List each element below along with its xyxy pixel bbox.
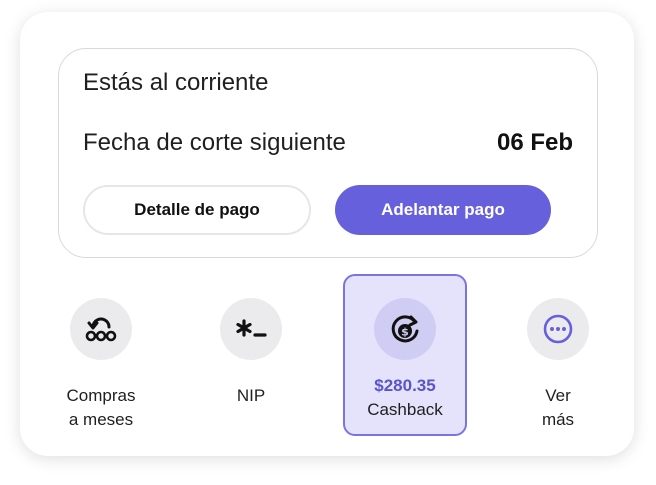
cut-date-value: 06 Feb [496, 129, 573, 156]
shortcut-installments[interactable]: Compras a meses [39, 274, 163, 436]
shortcut-label: Cashback [367, 400, 443, 419]
shortcut-label: NIP [236, 386, 266, 405]
cashback-amount: $280.35 [374, 376, 436, 395]
shortcut-cashback[interactable]: $ $280.35 Cashback [343, 274, 467, 436]
shortcut-more[interactable]: Ver más [496, 274, 620, 436]
status-title: Estás al corriente [83, 69, 269, 96]
cashback-icon: $ [374, 298, 436, 360]
advance-payment-button[interactable]: Adelantar pago [335, 185, 551, 235]
payment-status-card: Estás al corriente Fecha de corte siguie… [58, 48, 598, 258]
shortcut-label: Compras a meses [66, 386, 136, 429]
installments-icon [70, 298, 132, 360]
svg-text:$: $ [401, 326, 409, 339]
shortcut-label: Ver más [541, 386, 575, 429]
more-icon [527, 298, 589, 360]
cut-date-label: Fecha de corte siguiente [83, 129, 346, 156]
account-summary-card: Estás al corriente Fecha de corte siguie… [20, 12, 634, 456]
pin-icon [220, 298, 282, 360]
shortcut-pin[interactable]: NIP [189, 274, 313, 436]
payment-detail-button[interactable]: Detalle de pago [83, 185, 311, 235]
